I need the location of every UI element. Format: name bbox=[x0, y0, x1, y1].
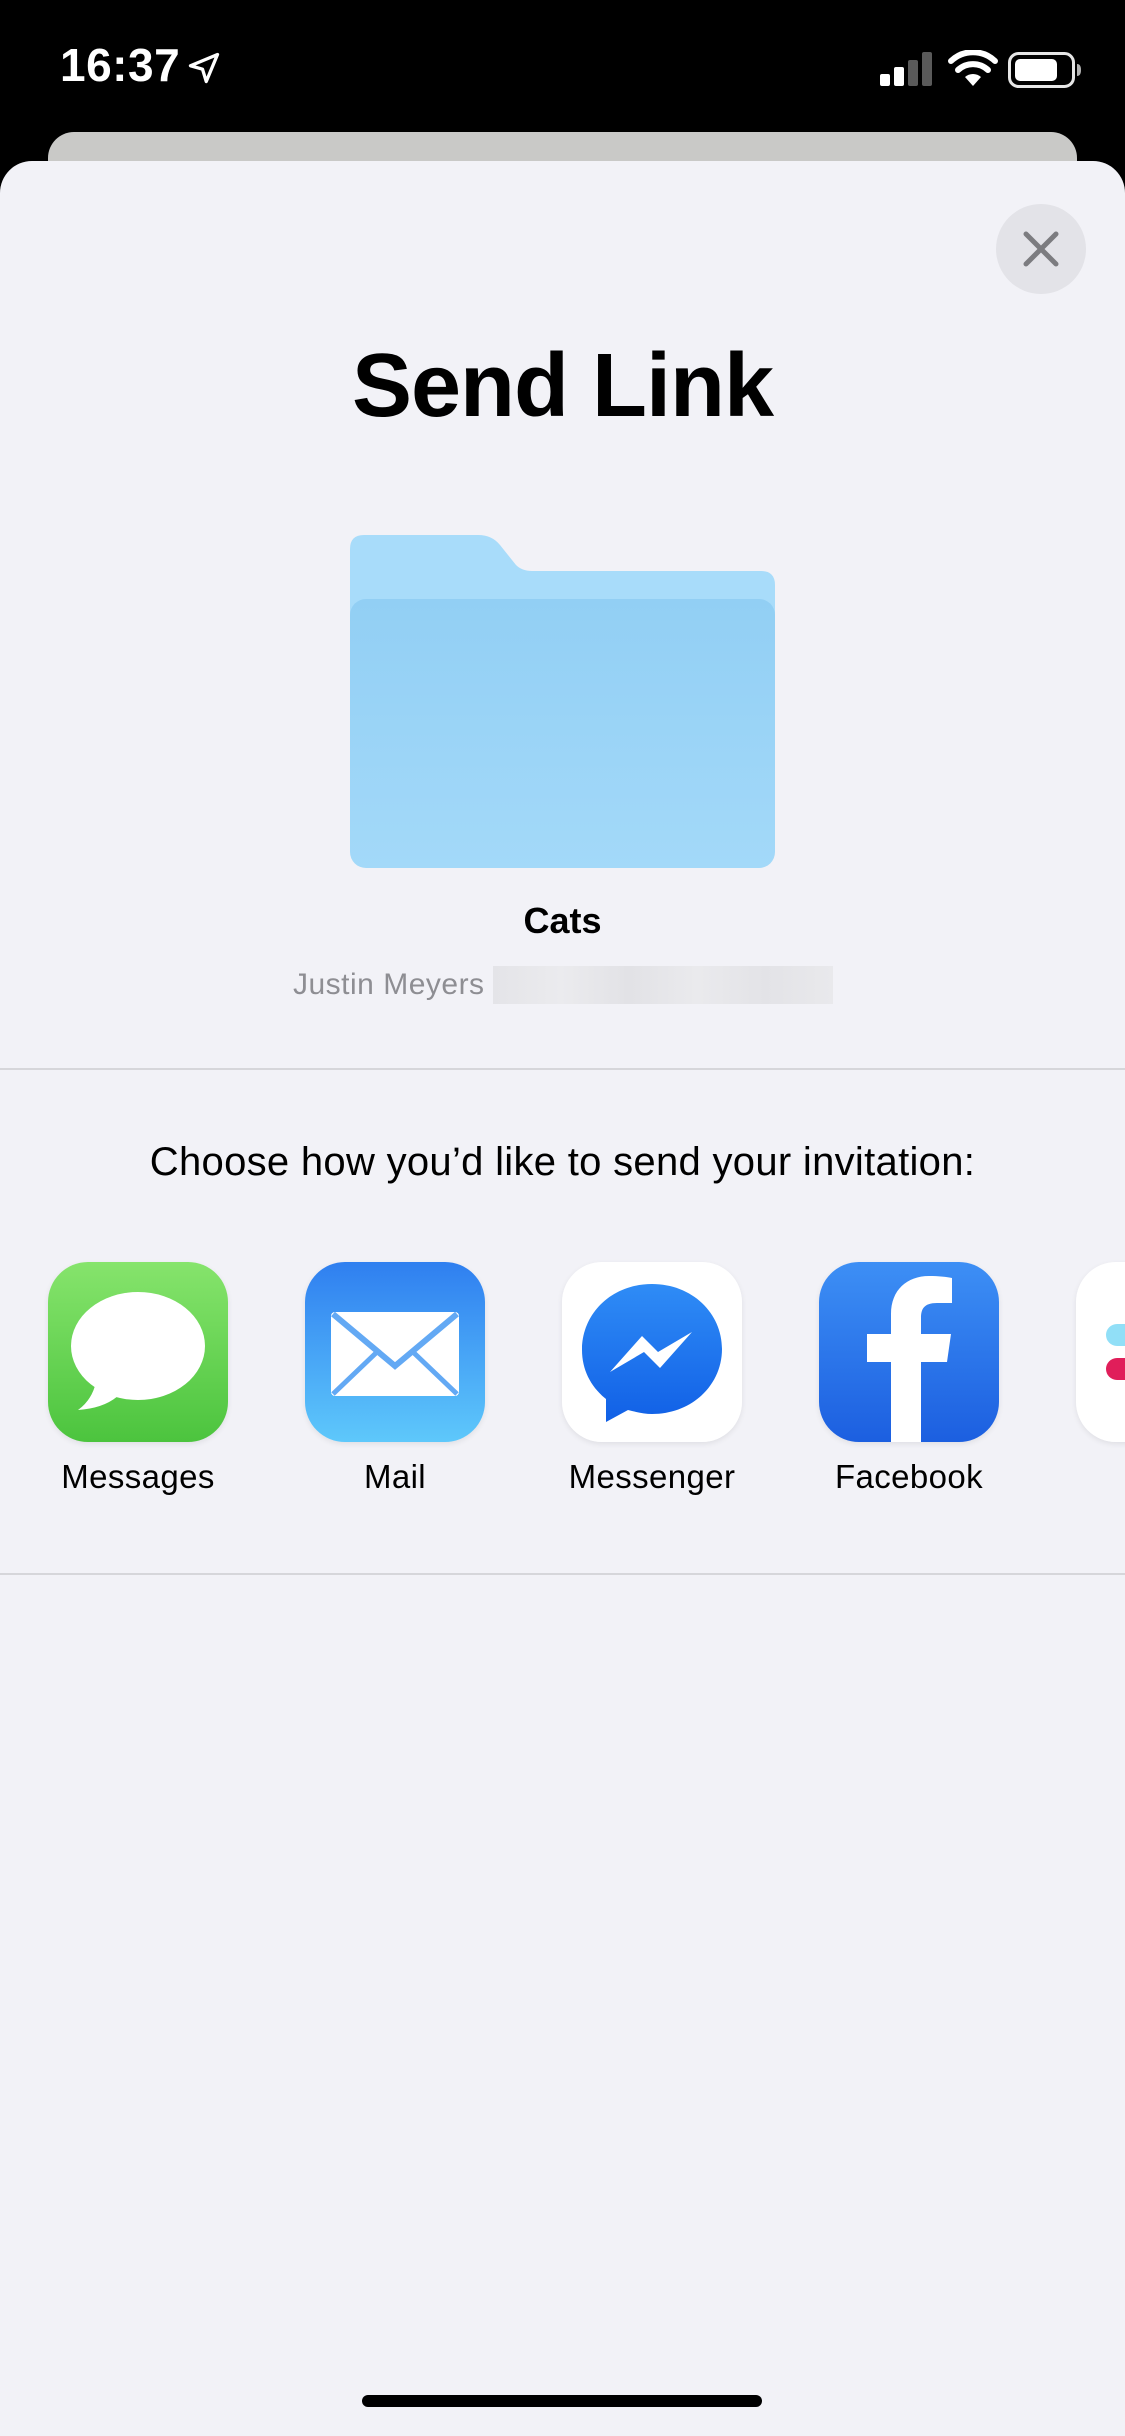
cellular-signal-icon bbox=[880, 52, 932, 86]
facebook-icon bbox=[819, 1262, 999, 1442]
wifi-icon bbox=[948, 50, 998, 86]
close-button[interactable] bbox=[996, 204, 1086, 294]
location-arrow-icon bbox=[188, 52, 220, 84]
share-app-messenger[interactable]: Messenger bbox=[514, 1262, 754, 1512]
app-label: Messages bbox=[61, 1458, 215, 1495]
divider-top bbox=[0, 1068, 1125, 1070]
divider-bottom bbox=[0, 1573, 1125, 1575]
messenger-icon bbox=[562, 1262, 742, 1442]
share-screen: 16:37 Send Link Cats Justin Meyers Choos… bbox=[0, 0, 1125, 2436]
owner-row: Justin Meyers bbox=[293, 965, 833, 1005]
messages-icon bbox=[48, 1262, 228, 1442]
mail-icon bbox=[305, 1262, 485, 1442]
share-app-row[interactable]: Messages Mail Messenger Facebook bbox=[0, 1262, 1125, 1522]
page-title: Send Link bbox=[351, 336, 774, 436]
home-indicator[interactable] bbox=[362, 2395, 762, 2407]
folder-icon bbox=[350, 535, 775, 868]
share-app-mail[interactable]: Mail bbox=[257, 1262, 497, 1512]
close-icon bbox=[1023, 231, 1059, 267]
status-time: 16:37 bbox=[60, 39, 181, 91]
share-app-messages[interactable]: Messages bbox=[0, 1262, 240, 1512]
battery-icon bbox=[1008, 52, 1081, 88]
slack-icon bbox=[1076, 1262, 1125, 1442]
status-bar: 16:37 bbox=[0, 0, 1125, 132]
share-app-facebook[interactable]: Facebook bbox=[771, 1262, 1011, 1512]
redacted-owner-info bbox=[492, 966, 833, 1004]
app-label: Messenger bbox=[568, 1458, 736, 1495]
folder-name: Cats bbox=[523, 900, 602, 941]
app-label: Facebook bbox=[834, 1458, 984, 1495]
send-prompt: Choose how you’d like to send your invit… bbox=[149, 1140, 976, 1184]
app-label: Mail bbox=[363, 1458, 427, 1495]
owner-name: Justin Meyers bbox=[293, 968, 485, 1001]
share-app-slack[interactable] bbox=[1028, 1262, 1125, 1512]
